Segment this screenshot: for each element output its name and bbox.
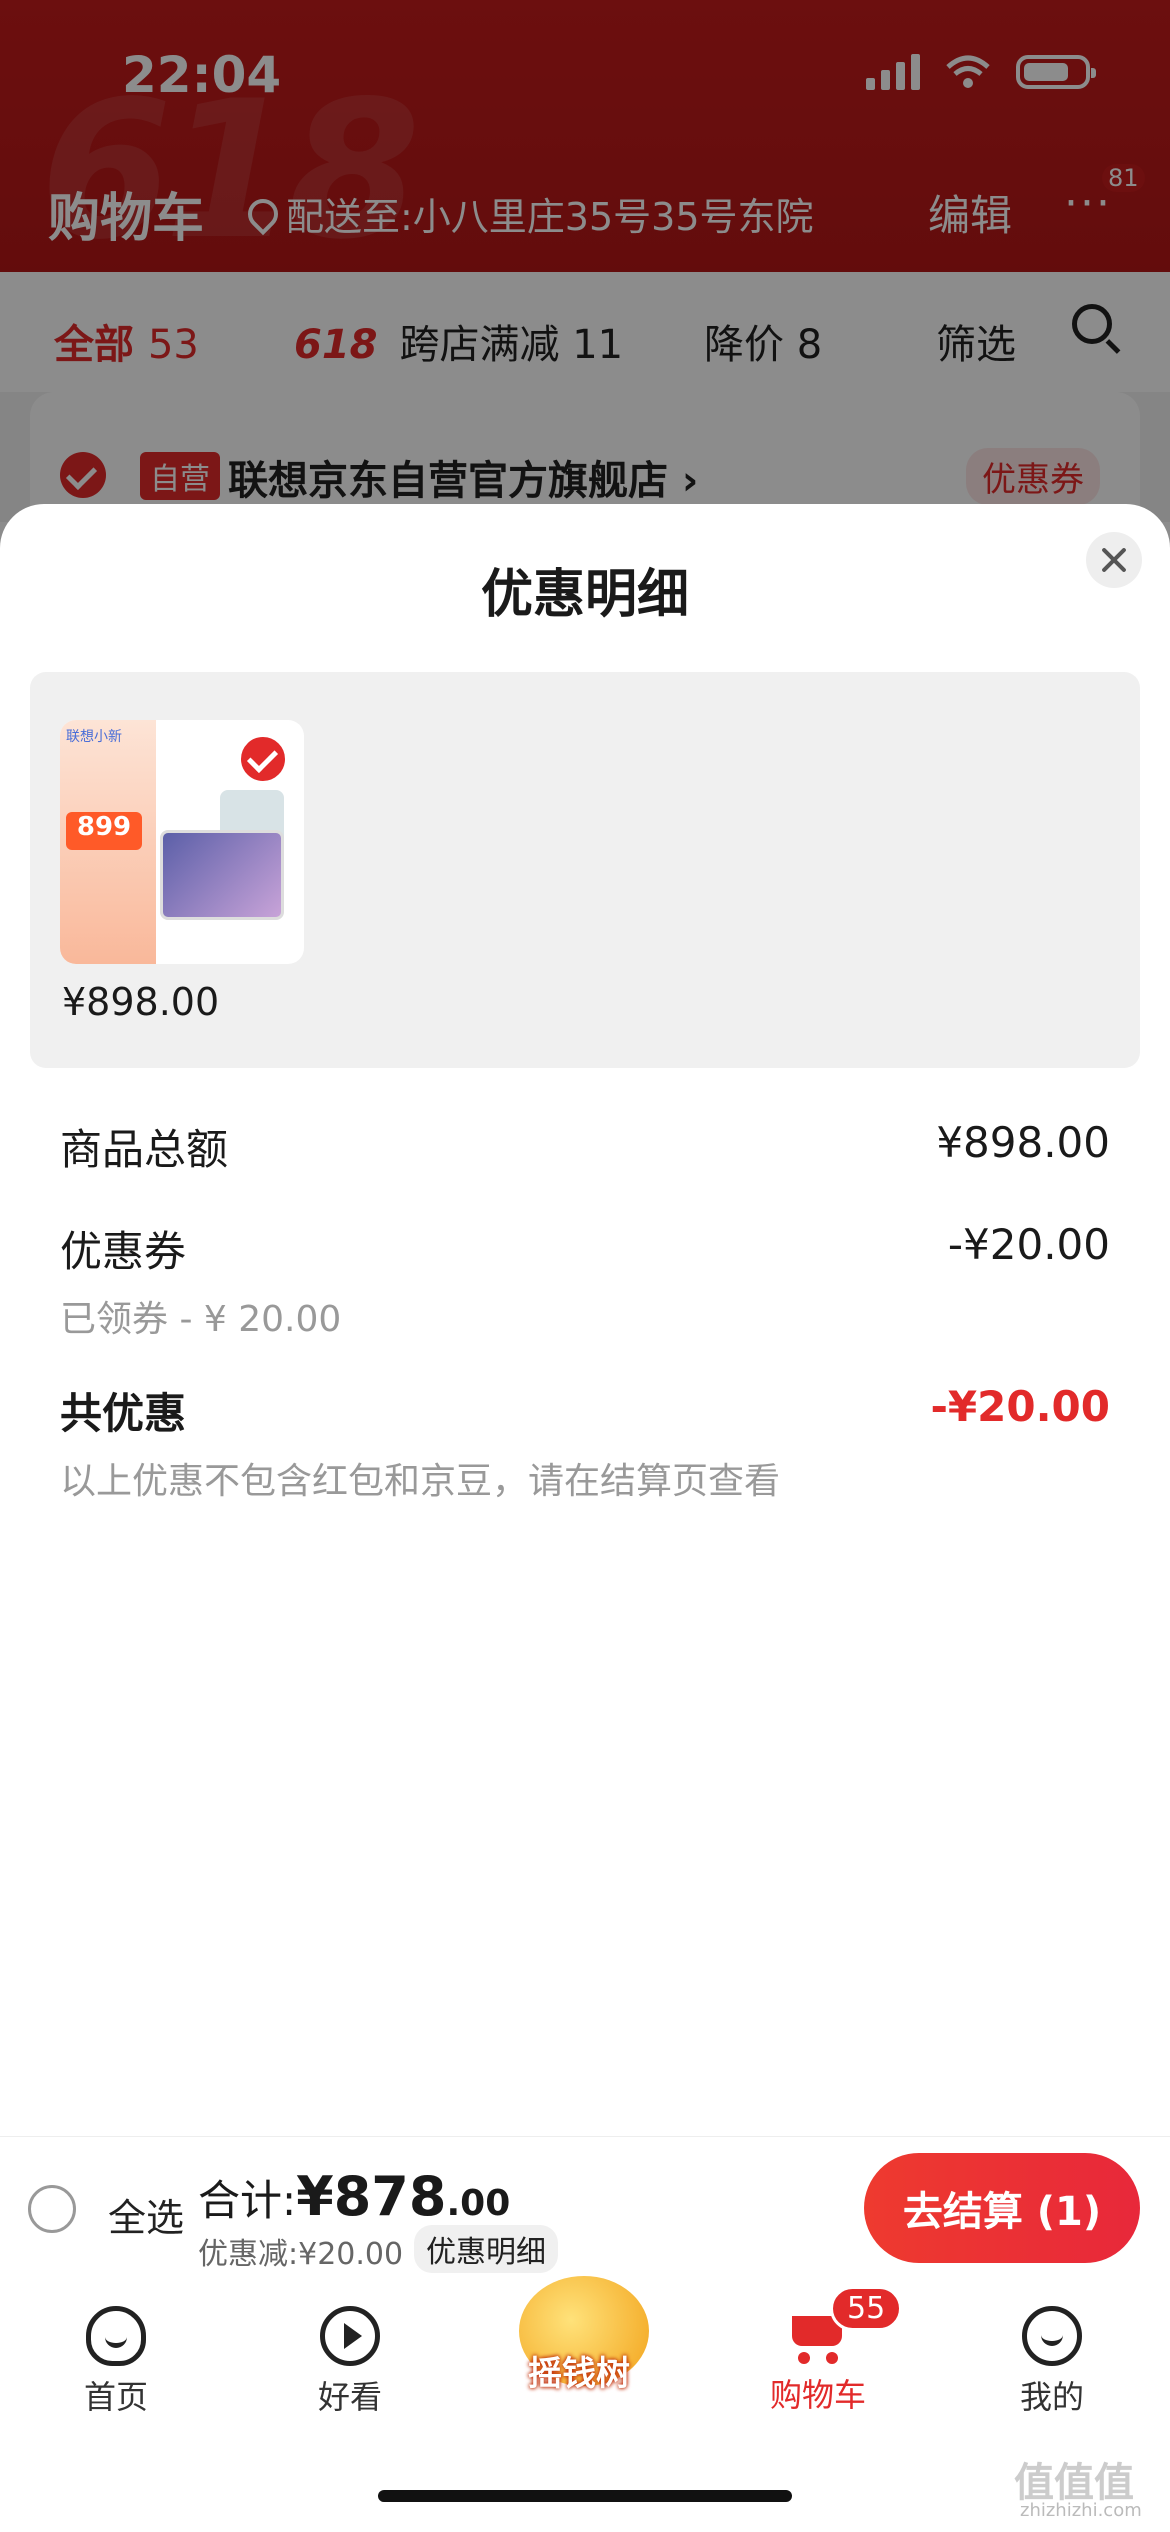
product-price: ¥898.00 [62,980,220,1024]
cart-count-badge: 55 [830,2286,903,2331]
tabbar-me[interactable]: 我的 [982,2306,1122,2418]
tabbar-home[interactable]: 首页 [46,2306,186,2418]
product-box: 联想小新 899 ¥898.00 [30,672,1140,1068]
modal-overlay[interactable] [0,0,1170,560]
discount-amount: 优惠减:¥20.00 [198,2237,404,2272]
checkout-bar: 全选 合计:¥878.00 优惠减:¥20.00 优惠明细 去结算 (1) [0,2136,1170,2277]
product-image-price: 899 [66,812,142,850]
profile-icon [1022,2306,1082,2366]
tabbar-cart-label: 购物车 [769,2376,866,2414]
discount-detail-sheet: 优惠明细 联想小新 899 ¥898.00 商品总额 ¥898.00 优惠券 -… [0,504,1170,2136]
total-decimal: .00 [446,2183,511,2224]
total-label: 合计: [198,2176,297,2225]
total-integer: 878 [333,2165,447,2228]
product-selected-check-icon [238,734,288,784]
total-price: 合计:¥878.00 [198,2165,510,2228]
site-watermark-url: zhizhizhi.com [1020,2500,1142,2521]
coupon-label: 优惠券 [60,1227,187,1276]
sheet-title: 优惠明细 [480,565,689,625]
select-all-checkbox[interactable] [28,2185,76,2233]
tabbar-money-tree[interactable]: 摇钱树 [514,2276,654,2394]
discount-note: 以上优惠不包含红包和京豆，请在结算页查看 [60,1461,781,1502]
product-image-brand: 联想小新 [66,729,122,745]
subtotal-value: ¥898.00 [936,1118,1110,1167]
tabbar-watch-label: 好看 [317,2378,382,2416]
close-button[interactable] [1086,532,1142,588]
coupon-sub-detail: 已领券 - ¥ 20.00 [60,1299,342,1340]
total-currency: ¥ [296,2165,334,2228]
home-indicator [378,2490,792,2502]
total-discount-label: 共优惠 [60,1389,187,1438]
tabbar-watch[interactable]: 好看 [280,2306,420,2418]
tabbar-home-label: 首页 [83,2378,148,2416]
subtotal-label: 商品总额 [60,1125,229,1174]
select-all-label[interactable]: 全选 [108,2187,184,2242]
tablet-front-image [160,830,284,920]
checkout-button[interactable]: 去结算 (1) [864,2153,1140,2263]
total-discount-value: -¥20.00 [930,1382,1110,1431]
tabbar-me-label: 我的 [1019,2378,1084,2416]
tabbar-cart[interactable]: 55 购物车 [748,2286,903,2416]
discount-detail-button[interactable]: 优惠明细 [414,2225,558,2273]
play-icon [320,2306,380,2366]
tabbar-money-tree-label: 摇钱树 [528,2354,630,2394]
home-icon [86,2306,146,2366]
coupon-value: -¥20.00 [947,1220,1110,1269]
